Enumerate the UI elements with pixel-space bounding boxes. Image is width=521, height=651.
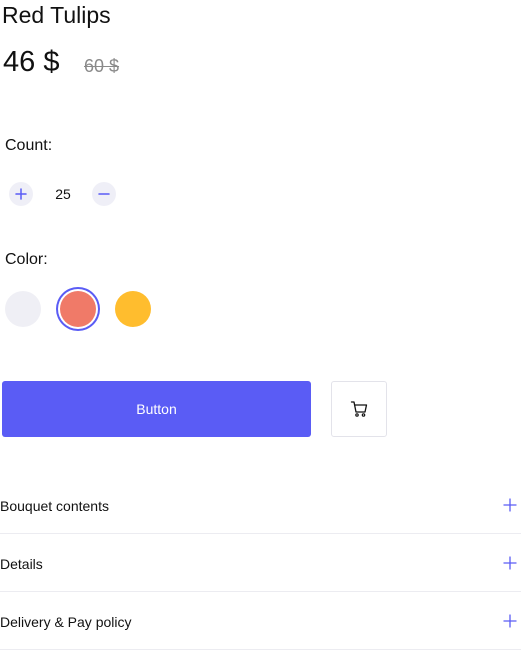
accordion-label: Delivery & Pay policy — [0, 614, 132, 630]
decrement-button[interactable] — [92, 182, 116, 206]
plus-icon — [503, 556, 517, 570]
cart-icon — [350, 401, 368, 417]
accordion-bouquet-contents[interactable]: Bouquet contents — [0, 476, 521, 534]
color-swatch-coral[interactable] — [60, 291, 96, 327]
plus-icon — [15, 188, 27, 200]
product-title: Red Tulips — [2, 2, 111, 28]
accordion-label: Bouquet contents — [0, 498, 109, 514]
accordion-delivery-pay-policy[interactable]: Delivery & Pay policy — [0, 592, 521, 650]
color-swatch-yellow[interactable] — [115, 291, 151, 327]
color-label: Color: — [5, 251, 48, 268]
add-to-cart-button[interactable] — [331, 381, 387, 437]
accordion-label: Details — [0, 556, 43, 572]
product-price: 46 $ — [3, 46, 60, 78]
minus-icon — [98, 193, 110, 195]
plus-icon — [503, 614, 517, 628]
count-label: Count: — [5, 137, 53, 154]
count-value[interactable]: 25 — [44, 186, 82, 202]
accordion-details[interactable]: Details — [0, 534, 521, 592]
product-old-price: 60 $ — [84, 56, 120, 76]
increment-button[interactable] — [9, 182, 33, 206]
primary-button[interactable]: Button — [2, 381, 311, 437]
product-page: Red Tulips 46 $ 60 $ Count: 25 Color: Bu… — [0, 0, 521, 651]
color-swatch-light-gray[interactable] — [5, 291, 41, 327]
plus-icon — [503, 498, 517, 512]
